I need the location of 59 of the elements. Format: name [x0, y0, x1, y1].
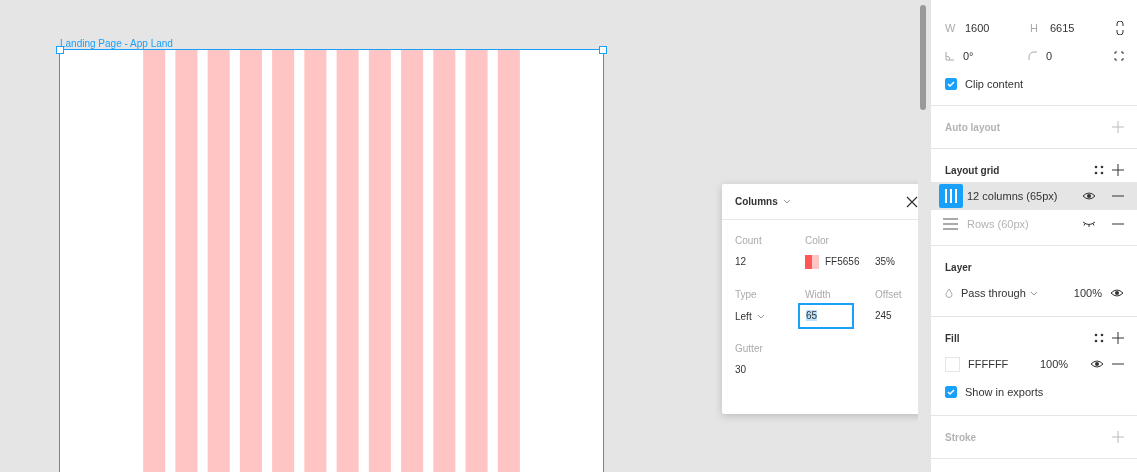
- clip-content-checkbox[interactable]: [945, 78, 957, 90]
- field-label: Gutter: [735, 342, 764, 356]
- section-title: Layout grid: [945, 164, 1001, 176]
- chevron-down-icon: [782, 199, 791, 204]
- fill-swatch[interactable]: [945, 356, 960, 372]
- frame[interactable]: [59, 49, 604, 472]
- selection-handle[interactable]: [599, 46, 607, 54]
- fill-hex-value[interactable]: FFFFFF: [968, 358, 1032, 370]
- checkbox-label: Show in exports: [965, 386, 1044, 398]
- styles-icon[interactable]: [1094, 333, 1104, 343]
- corner-radius-icon: [1028, 51, 1038, 61]
- grid-item-label: 12 columns (65px): [967, 190, 1059, 202]
- field-label: Offset: [875, 288, 903, 302]
- width-field[interactable]: 65: [798, 303, 854, 329]
- eye-icon[interactable]: [1090, 359, 1104, 369]
- section-title: Layer: [945, 261, 972, 273]
- close-icon[interactable]: [906, 195, 918, 208]
- constrain-proportions-icon[interactable]: [1116, 21, 1124, 35]
- columns-grid-icon: [939, 184, 963, 208]
- styles-icon[interactable]: [1094, 165, 1104, 175]
- field-label: Type: [735, 288, 758, 302]
- offset-field[interactable]: 245: [875, 302, 892, 330]
- corner-radius-value[interactable]: 0: [1046, 50, 1106, 62]
- height-label: H: [1030, 22, 1039, 34]
- eye-icon[interactable]: [1082, 191, 1096, 201]
- resize-to-fit-icon[interactable]: [1114, 51, 1124, 61]
- gutter-field[interactable]: 30: [735, 356, 747, 384]
- field-label: Count: [735, 234, 763, 248]
- width-label: W: [945, 22, 957, 34]
- eye-closed-icon[interactable]: [1082, 219, 1096, 229]
- add-icon[interactable]: [1112, 164, 1124, 176]
- height-value[interactable]: 6615: [1050, 22, 1108, 34]
- count-field[interactable]: 12: [735, 248, 747, 276]
- grid-type-dropdown[interactable]: Columns: [735, 196, 791, 207]
- section-title: Fill: [945, 332, 961, 344]
- blend-mode-dropdown[interactable]: Pass through: [961, 287, 1038, 299]
- checkbox-label: Clip content: [965, 78, 1024, 90]
- rotation-value[interactable]: 0°: [963, 50, 1020, 62]
- field-label: Width: [805, 288, 832, 302]
- layout-grid-item[interactable]: 12 columns (65px): [931, 182, 1137, 210]
- type-dropdown[interactable]: Left: [735, 302, 765, 330]
- section-title: Stroke: [945, 431, 978, 443]
- fill-opacity-value[interactable]: 100%: [1040, 358, 1082, 370]
- color-swatch[interactable]: [805, 255, 819, 269]
- color-hex-field[interactable]: FF5656: [825, 248, 860, 276]
- field-label: Color: [805, 234, 830, 248]
- show-in-exports-checkbox[interactable]: [945, 386, 957, 398]
- width-value[interactable]: 1600: [965, 22, 1022, 34]
- rotation-icon: [945, 51, 955, 61]
- layer-opacity-value[interactable]: 100%: [1045, 287, 1102, 299]
- drop-icon: [945, 288, 953, 298]
- eye-icon[interactable]: [1110, 288, 1124, 298]
- scrollbar-thumb[interactable]: [920, 5, 926, 110]
- chevron-down-icon: [1029, 290, 1038, 296]
- opacity-field[interactable]: 35%: [875, 248, 895, 276]
- grid-item-label: Rows (60px): [967, 218, 1030, 230]
- section-title: Auto layout: [945, 121, 1001, 133]
- chevron-down-icon: [756, 313, 765, 319]
- add-icon[interactable]: [1112, 332, 1124, 344]
